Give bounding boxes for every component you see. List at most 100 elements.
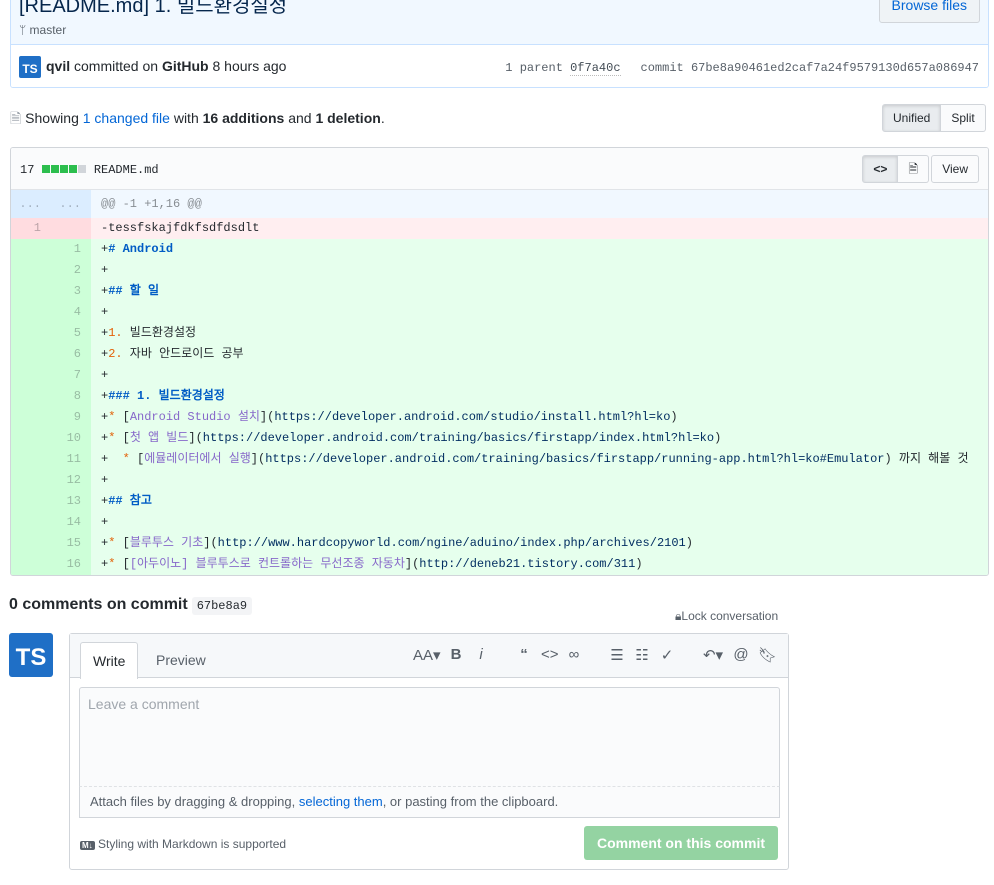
select-files-link[interactable]: selecting them <box>299 794 383 809</box>
diff-icon: 🗎 <box>10 110 26 126</box>
new-line-number[interactable] <box>51 218 91 239</box>
commit-time: 8 hours ago <box>212 58 287 74</box>
bold-icon[interactable]: B <box>448 646 464 664</box>
branch-label[interactable]: ᛘ master <box>19 23 66 37</box>
commit-header: [README.md] 1. 빌드환경설정 ᛘ master Browse fi… <box>10 0 989 88</box>
bullet-list-icon[interactable]: ☰ <box>609 646 625 664</box>
old-line-number[interactable] <box>11 428 51 449</box>
parent-sha-link[interactable]: 0f7a40c <box>570 61 621 76</box>
comment-submit-button[interactable]: Comment on this commit <box>583 826 778 860</box>
old-line-number[interactable] <box>11 554 51 575</box>
header-icon[interactable]: AA▾ <box>413 646 441 664</box>
file-name[interactable]: README.md <box>94 163 159 177</box>
attach-files[interactable]: Attach files by dragging & dropping, sel… <box>79 787 780 818</box>
new-line-number[interactable]: 5 <box>51 323 91 344</box>
branch-icon: ᛘ <box>19 23 30 37</box>
new-line-number[interactable]: 16 <box>51 554 91 575</box>
new-line-number[interactable]: 13 <box>51 491 91 512</box>
task-list-icon[interactable]: ✓ <box>659 646 675 664</box>
diff-line: 4 + <box>11 302 988 323</box>
quote-icon[interactable]: “ <box>516 646 532 664</box>
split-button[interactable]: Split <box>941 104 986 132</box>
link-icon[interactable]: ∞ <box>566 646 582 664</box>
diff-line: 13 +## 참고 <box>11 491 988 512</box>
new-line-number[interactable]: 15 <box>51 533 91 554</box>
new-line-number[interactable]: 11 <box>51 449 91 470</box>
tab-write[interactable]: Write <box>80 642 139 679</box>
source-diff-button[interactable]: <> <box>862 155 899 183</box>
old-line-number[interactable] <box>11 470 51 491</box>
code-line: +## 참고 <box>91 491 988 512</box>
old-line-number[interactable] <box>11 533 51 554</box>
diff-line: 1 +# Android <box>11 239 988 260</box>
code-line: +* [[아두이노] 블루투스로 컨트롤하는 무선조종 자동차](http://… <box>91 554 988 575</box>
old-line-number[interactable] <box>11 344 51 365</box>
new-line-number[interactable]: 6 <box>51 344 91 365</box>
commit-sha: 67be8a90461ed2caf7a24f9579130d657a086947 <box>690 61 979 75</box>
diff-line: 3 +## 할 일 <box>11 281 988 302</box>
old-line-number[interactable] <box>11 323 51 344</box>
code-icon[interactable]: <> <box>541 646 559 664</box>
lock-conversation-link[interactable]: 🔒︎Lock conversation <box>675 609 778 624</box>
code-line: + <box>91 302 988 323</box>
rich-diff-button[interactable]: 🗎 <box>898 155 929 183</box>
diff-line: 5 +1. 빌드환경설정 <box>11 323 988 344</box>
comment-form: Write Preview AA▾ B i “ <> ∞ ☰ ☷ ✓ ↶▾ @ … <box>69 633 789 870</box>
old-line-number[interactable] <box>11 386 51 407</box>
view-file-button[interactable]: View <box>931 155 979 183</box>
diff-line: 1 -tessfskajfdkfsdfdsdlt <box>11 218 988 239</box>
code-line: + <box>91 260 988 281</box>
new-line-number[interactable]: 3 <box>51 281 91 302</box>
new-line-number[interactable]: 1 <box>51 239 91 260</box>
code-line: + <box>91 470 988 491</box>
user-avatar: TS <box>9 633 53 677</box>
author-link[interactable]: qvil <box>46 58 70 74</box>
new-line-number[interactable]: 12 <box>51 470 91 491</box>
mention-icon[interactable]: @ <box>733 646 749 664</box>
new-line-number[interactable]: 10 <box>51 428 91 449</box>
old-line-number[interactable] <box>11 281 51 302</box>
old-line-number[interactable] <box>11 260 51 281</box>
changed-files-link[interactable]: 1 changed file <box>83 110 170 126</box>
commit-title: [README.md] 1. 빌드환경설정 <box>19 0 288 17</box>
old-line-number[interactable] <box>11 449 51 470</box>
diff-line: 6 +2. 자바 안드로이드 공부 <box>11 344 988 365</box>
author-avatar[interactable]: TS <box>19 56 41 78</box>
comments-heading: 0 comments on commit 67be8a9 <box>9 596 253 615</box>
code-line: +## 할 일 <box>91 281 988 302</box>
markdown-icon: M↓ <box>80 841 95 850</box>
diff-line: 12 + <box>11 470 988 491</box>
new-line-number[interactable]: 4 <box>51 302 91 323</box>
new-line-number[interactable]: 7 <box>51 365 91 386</box>
hunk-header: ...... @@ -1 +1,16 @@ <box>11 190 988 218</box>
comment-textarea[interactable]: Leave a comment <box>79 687 780 787</box>
numbered-list-icon[interactable]: ☷ <box>634 646 650 664</box>
old-line-number[interactable] <box>11 491 51 512</box>
old-line-number[interactable]: 1 <box>11 218 51 239</box>
tab-preview[interactable]: Preview <box>144 642 218 679</box>
diff-line: 16 +* [[아두이노] 블루투스로 컨트롤하는 무선조종 자동차](http:… <box>11 554 988 575</box>
markdown-support-link[interactable]: M↓ Styling with Markdown is supported <box>80 837 286 851</box>
file-icon: 🗎 <box>908 162 918 176</box>
old-line-number[interactable] <box>11 239 51 260</box>
browse-files-button[interactable]: Browse files <box>878 0 980 23</box>
old-line-number[interactable] <box>11 365 51 386</box>
new-line-number[interactable]: 9 <box>51 407 91 428</box>
old-line-number[interactable] <box>11 512 51 533</box>
diff-line: 11 + * [에뮬레이터에서 실행](https://developer.and… <box>11 449 988 470</box>
reply-icon[interactable]: ↶▾ <box>702 646 724 664</box>
old-line-number[interactable] <box>11 407 51 428</box>
new-line-number[interactable]: 2 <box>51 260 91 281</box>
italic-icon[interactable]: i <box>473 646 489 664</box>
diff-line: 8 +### 1. 빌드환경설정 <box>11 386 988 407</box>
bookmark-icon[interactable]: 🔖︎ <box>758 646 777 664</box>
code-line: -tessfskajfdkfsdfdsdlt <box>91 218 988 239</box>
old-line-number[interactable] <box>11 302 51 323</box>
unified-button[interactable]: Unified <box>882 104 942 132</box>
new-line-number[interactable]: 8 <box>51 386 91 407</box>
diff-view-toggle: Unified Split <box>882 104 986 132</box>
commit-sha-info: 1 parent 0f7a40c commit 67be8a90461ed2caf… <box>505 61 979 76</box>
code-line: + <box>91 365 988 386</box>
new-line-number[interactable]: 14 <box>51 512 91 533</box>
code-line: +* [Android Studio 설치](https://developer… <box>91 407 988 428</box>
